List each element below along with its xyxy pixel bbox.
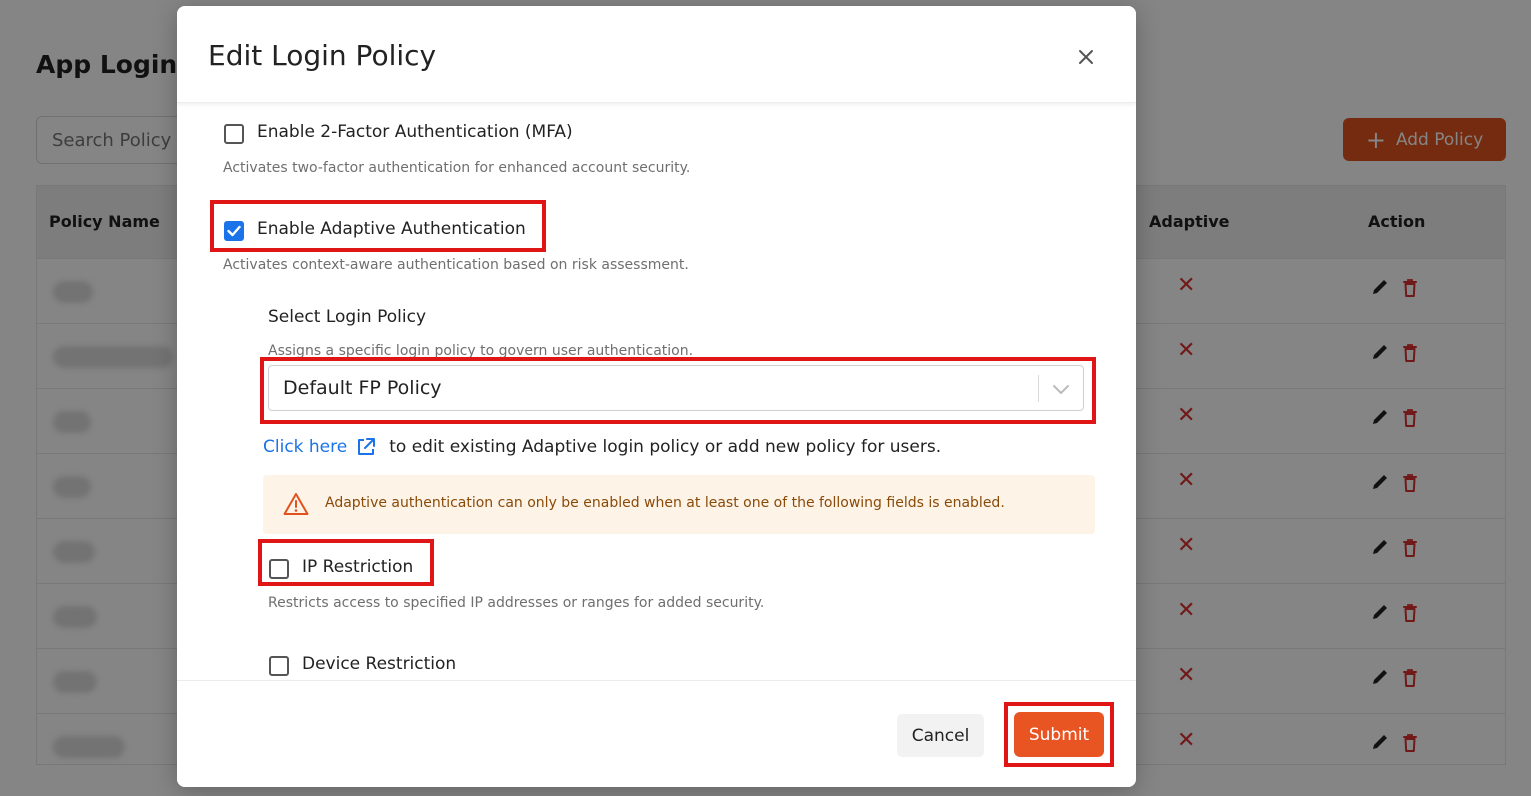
dialog-title: Edit Login Policy [208, 39, 437, 72]
device-restriction-checkbox[interactable] [269, 656, 289, 676]
edit-login-policy-dialog: Edit Login Policy Enable 2-Factor Authen… [177, 6, 1136, 787]
login-policy-label: Select Login Policy [268, 307, 427, 327]
submit-button[interactable]: Submit [1014, 712, 1104, 757]
adaptive-checkbox[interactable] [224, 221, 244, 241]
click-here-link[interactable]: Click here [263, 437, 347, 457]
warning-text: Adaptive authentication can only be enab… [325, 495, 1005, 511]
ip-restriction-label: IP Restriction [302, 557, 414, 577]
close-button[interactable] [1073, 44, 1099, 70]
dialog-header: Edit Login Policy [177, 6, 1136, 103]
close-icon [1079, 50, 1093, 64]
warning-icon [283, 493, 309, 515]
edit-policy-link-suffix: to edit existing Adaptive login policy o… [389, 437, 942, 457]
adaptive-description: Activates context-aware authentication b… [223, 257, 689, 273]
external-link-icon[interactable] [355, 436, 377, 458]
dialog-body: Enable 2-Factor Authentication (MFA) Act… [177, 103, 1136, 680]
cancel-button[interactable]: Cancel [897, 714, 984, 757]
warning-alert: Adaptive authentication can only be enab… [263, 475, 1095, 534]
login-policy-selected-value: Default FP Policy [283, 377, 442, 399]
ip-restriction-checkbox[interactable] [269, 559, 289, 579]
edit-policy-link-line: Click here to edit existing Adaptive log… [263, 436, 941, 458]
chevron-down-icon[interactable] [1051, 380, 1071, 398]
login-policy-select[interactable]: Default FP Policy [268, 365, 1084, 411]
adaptive-label: Enable Adaptive Authentication [257, 219, 526, 239]
ip-restriction-description: Restricts access to specified IP address… [268, 595, 765, 611]
device-restriction-label: Device Restriction [302, 654, 457, 674]
dialog-footer: Cancel Submit [177, 680, 1136, 787]
checkmark-icon [227, 225, 241, 237]
mfa-description: Activates two-factor authentication for … [223, 160, 691, 176]
mfa-checkbox[interactable] [224, 124, 244, 144]
mfa-label: Enable 2-Factor Authentication (MFA) [257, 122, 573, 142]
select-separator [1038, 375, 1039, 402]
